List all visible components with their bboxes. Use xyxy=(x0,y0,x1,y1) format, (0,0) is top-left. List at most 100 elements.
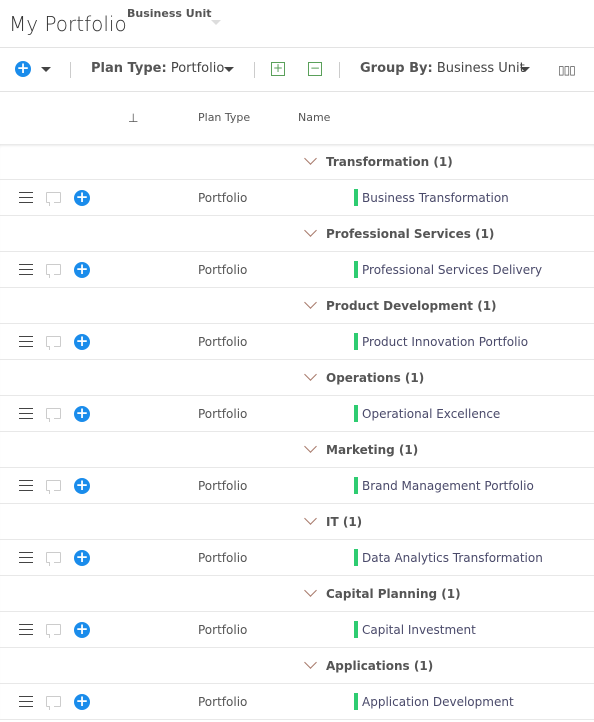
separator xyxy=(254,62,255,78)
plan-type-cell: Portfolio xyxy=(198,551,248,565)
plan-type-label: Plan Type: xyxy=(91,61,167,76)
menu-icon[interactable] xyxy=(19,192,33,207)
chevron-down-icon[interactable] xyxy=(304,224,317,237)
menu-icon[interactable] xyxy=(19,408,33,423)
plan-type-filter[interactable]: Plan Type: Portfolio xyxy=(91,61,224,76)
columns-icon[interactable]: ▯▯▯ xyxy=(558,63,576,77)
table-row[interactable]: + Portfolio Product Innovation Portfolio xyxy=(0,324,594,360)
group-row[interactable]: Operations (1) xyxy=(0,360,594,396)
add-button[interactable]: + xyxy=(15,61,31,77)
item-name-link[interactable]: Application Development xyxy=(362,695,514,709)
divider xyxy=(0,91,594,92)
separator xyxy=(70,62,71,78)
toolbar: + Plan Type: Portfolio + − Group By: Bus… xyxy=(0,47,594,93)
comment-icon[interactable] xyxy=(46,552,61,566)
add-child-button[interactable]: + xyxy=(74,622,90,638)
status-indicator xyxy=(354,621,358,638)
item-name-link[interactable]: Capital Investment xyxy=(362,623,476,637)
business-unit-dropdown-icon[interactable] xyxy=(211,20,221,25)
group-row[interactable]: Product Development (1) xyxy=(0,288,594,324)
group-by-value: Business Unit xyxy=(436,61,525,76)
table-row[interactable]: + Portfolio Business Transformation xyxy=(0,180,594,216)
group-by-dropdown-icon[interactable] xyxy=(520,67,530,72)
status-indicator xyxy=(354,405,358,422)
plan-type-cell: Portfolio xyxy=(198,407,248,421)
menu-icon[interactable] xyxy=(19,552,33,567)
chevron-down-icon[interactable] xyxy=(304,368,317,381)
comment-icon[interactable] xyxy=(46,264,61,278)
plan-type-cell: Portfolio xyxy=(198,191,248,205)
add-child-button[interactable]: + xyxy=(74,262,90,278)
group-label: Marketing (1) xyxy=(326,443,419,457)
group-label: Professional Services (1) xyxy=(326,227,495,241)
chevron-down-icon[interactable] xyxy=(304,512,317,525)
table-row[interactable]: + Portfolio Application Development xyxy=(0,684,594,720)
add-child-button[interactable]: + xyxy=(74,406,90,422)
plan-type-cell: Portfolio xyxy=(198,335,248,349)
status-indicator xyxy=(354,549,358,566)
chevron-down-icon[interactable] xyxy=(304,584,317,597)
menu-icon[interactable] xyxy=(19,480,33,495)
chevron-down-icon[interactable] xyxy=(304,440,317,453)
separator xyxy=(339,62,340,78)
expand-all-icon[interactable]: + xyxy=(271,62,285,76)
group-label: Capital Planning (1) xyxy=(326,587,461,601)
plan-type-dropdown-icon[interactable] xyxy=(224,67,234,72)
table-row[interactable]: + Portfolio Professional Services Delive… xyxy=(0,252,594,288)
chevron-down-icon[interactable] xyxy=(304,296,317,309)
add-child-button[interactable]: + xyxy=(74,550,90,566)
add-child-button[interactable]: + xyxy=(74,478,90,494)
item-name-link[interactable]: Brand Management Portfolio xyxy=(362,479,534,493)
add-child-button[interactable]: + xyxy=(74,334,90,350)
item-name-link[interactable]: Business Transformation xyxy=(362,191,509,205)
hierarchy-icon[interactable]: ⊥ xyxy=(128,111,138,125)
comment-icon[interactable] xyxy=(46,624,61,638)
table-row[interactable]: + Portfolio Brand Management Portfolio xyxy=(0,468,594,504)
group-row[interactable]: Transformation (1) xyxy=(0,144,594,180)
chevron-down-icon[interactable] xyxy=(304,656,317,669)
status-indicator xyxy=(354,261,358,278)
plan-type-cell: Portfolio xyxy=(198,623,248,637)
table-row[interactable]: + Portfolio Capital Investment xyxy=(0,612,594,648)
group-row[interactable]: IT (1) xyxy=(0,504,594,540)
collapse-all-icon[interactable]: − xyxy=(308,62,322,76)
item-name-link[interactable]: Data Analytics Transformation xyxy=(362,551,543,565)
group-row[interactable]: Professional Services (1) xyxy=(0,216,594,252)
column-header-plan-type[interactable]: Plan Type xyxy=(198,111,250,124)
comment-icon[interactable] xyxy=(46,480,61,494)
add-child-button[interactable]: + xyxy=(74,190,90,206)
plan-type-cell: Portfolio xyxy=(198,695,248,709)
group-label: Product Development (1) xyxy=(326,299,497,313)
table-row[interactable]: + Portfolio Operational Excellence xyxy=(0,396,594,432)
menu-icon[interactable] xyxy=(19,264,33,279)
plan-type-cell: Portfolio xyxy=(198,263,248,277)
chevron-down-icon[interactable] xyxy=(304,152,317,165)
group-row[interactable]: Capital Planning (1) xyxy=(0,576,594,612)
add-child-button[interactable]: + xyxy=(74,694,90,710)
menu-icon[interactable] xyxy=(19,336,33,351)
comment-icon[interactable] xyxy=(46,696,61,710)
page-title: My Portfolio xyxy=(9,12,127,36)
group-label: Operations (1) xyxy=(326,371,425,385)
menu-icon[interactable] xyxy=(19,696,33,711)
group-row[interactable]: Marketing (1) xyxy=(0,432,594,468)
business-unit-label[interactable]: Business Unit xyxy=(127,7,212,20)
menu-icon[interactable] xyxy=(19,624,33,639)
add-dropdown-icon[interactable] xyxy=(41,67,51,72)
comment-icon[interactable] xyxy=(46,408,61,422)
group-by-filter[interactable]: Group By: Business Unit xyxy=(360,61,525,76)
plan-type-cell: Portfolio xyxy=(198,479,248,493)
comment-icon[interactable] xyxy=(46,336,61,350)
item-name-link[interactable]: Professional Services Delivery xyxy=(362,263,542,277)
table-row[interactable]: + Portfolio Data Analytics Transformatio… xyxy=(0,540,594,576)
comment-icon[interactable] xyxy=(46,192,61,206)
status-indicator xyxy=(354,333,358,350)
grid-body: Transformation (1) + Portfolio Business … xyxy=(0,144,594,720)
group-label: IT (1) xyxy=(326,515,363,529)
item-name-link[interactable]: Operational Excellence xyxy=(362,407,500,421)
item-name-link[interactable]: Product Innovation Portfolio xyxy=(362,335,528,349)
status-indicator xyxy=(354,693,358,710)
column-header-name[interactable]: Name xyxy=(298,111,330,124)
group-row[interactable]: Applications (1) xyxy=(0,648,594,684)
group-label: Applications (1) xyxy=(326,659,434,673)
